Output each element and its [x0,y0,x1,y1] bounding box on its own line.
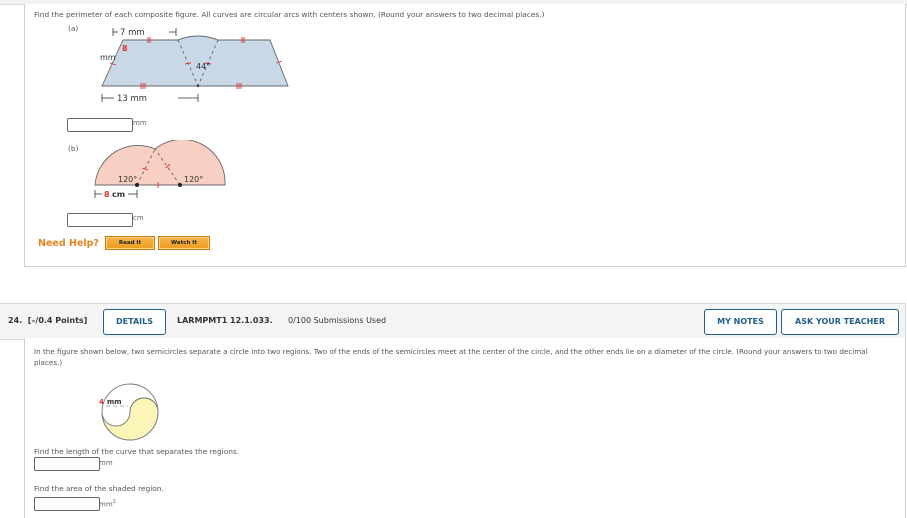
my-notes-button[interactable]: MY NOTES [704,309,777,335]
angle-label: 44° [196,62,210,71]
q23-instruction: Find the perimeter of each composite fig… [34,10,545,19]
question-number-points: 24. [–/0.4 Points] [8,316,88,325]
submissions-used: 0/100 Submissions Used [288,316,387,325]
top-dimension: 7 mm [112,28,177,38]
svg-text:cm: cm [112,190,125,199]
ask-your-teacher-button[interactable]: ASK YOUR TEACHER [781,309,899,335]
part-b-answer-input[interactable] [67,213,133,227]
q24-problem-text: In the figure shown below, two semicircl… [34,347,868,367]
shaded-area-input[interactable] [34,497,100,511]
read-it-button[interactable]: Read It [105,236,155,250]
angle-right-label: 120° [184,175,203,184]
svg-text:7 mm: 7 mm [120,28,145,38]
figure-b: 120° 120° 8 cm [94,140,226,199]
question-code: LARMPMT1 12.1.033. [177,316,273,325]
curve-length-input[interactable] [34,457,100,471]
figure-a: 7 mm 44° 13 mm [101,28,289,104]
need-help-label: Need Help? [38,238,99,249]
part-a-unit: mm [133,119,147,127]
watch-it-button[interactable]: Watch It [158,236,210,250]
q2-unit: mm2 [99,499,116,509]
svg-text:8: 8 [104,190,110,199]
part-a-label: (a) [68,24,79,33]
part-b-unit: cm [133,214,144,222]
q24-prompt-1: Find the length of the curve that separa… [34,447,240,456]
radius-unit: mm [107,398,122,406]
radius-value: 4 [99,398,104,406]
figure-circle [101,383,159,441]
svg-text:13 mm: 13 mm [117,94,147,104]
two-arc-shape [94,140,226,186]
b-dimension: 8 cm [94,190,138,199]
bottom-dimension: 13 mm [101,94,199,104]
q24-prompt-2: Find the area of the shaded region. [34,484,164,493]
q1-unit: mm [99,459,113,467]
details-button[interactable]: DETAILS [103,309,166,335]
part-b-label: (b) [68,144,79,153]
angle-left-label: 120° [118,175,137,184]
side-unit: mm [100,53,116,62]
part-a-answer-input[interactable] [67,118,133,132]
side-value: 8 [122,44,128,53]
